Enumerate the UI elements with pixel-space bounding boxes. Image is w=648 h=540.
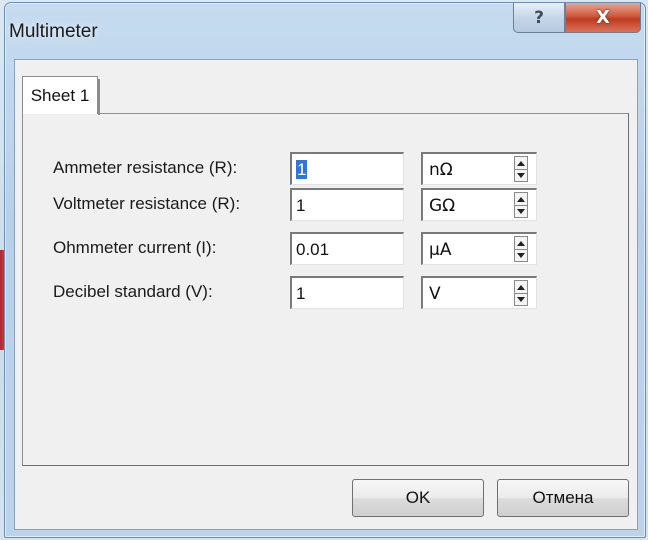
decibel-standard-label: Decibel standard (V): (53, 282, 213, 301)
ok-button[interactable]: OK (352, 479, 484, 517)
spin-up-button[interactable] (514, 236, 528, 249)
ammeter-resistance-input[interactable]: 1 (290, 152, 404, 185)
help-icon: ? (534, 7, 544, 28)
spin-down-icon (517, 297, 525, 302)
field-row-voltmeter-resistance: Voltmeter resistance (R): 1 GΩ (23, 188, 628, 222)
spin-down-icon (517, 209, 525, 214)
spin-down-button[interactable] (514, 205, 528, 218)
spin-down-button[interactable] (514, 293, 528, 306)
tab-panel-body: Ammeter resistance (R): 1 nΩ Voltmeter r… (23, 114, 628, 465)
spin-up-icon (517, 284, 525, 290)
tab-panel: Ammeter resistance (R): 1 nΩ Voltmeter r… (22, 113, 629, 466)
unit-value: GΩ (429, 196, 456, 216)
spin-up-button[interactable] (514, 156, 528, 169)
selected-text: 1 (296, 160, 308, 179)
voltmeter-resistance-spinner[interactable] (514, 192, 528, 218)
tab-label: Sheet 1 (30, 85, 90, 105)
unit-value: nΩ (429, 160, 453, 180)
ammeter-resistance-spinner[interactable] (514, 156, 528, 182)
unit-value: µA (429, 240, 452, 260)
cancel-button[interactable]: Отмена (497, 479, 629, 517)
tab-sheet-1[interactable]: Sheet 1 (22, 76, 100, 115)
multimeter-dialog: Multimeter ? X Sheet 1 Ammeter resistanc… (4, 2, 646, 538)
spin-up-icon (517, 240, 525, 246)
spin-up-icon (517, 196, 525, 202)
unit-value: V (429, 284, 441, 304)
ok-button-label: OK (405, 488, 431, 507)
cancel-button-label: Отмена (532, 488, 594, 507)
close-icon: X (596, 7, 610, 28)
help-button[interactable]: ? (513, 3, 565, 33)
field-row-ammeter-resistance: Ammeter resistance (R): 1 nΩ (23, 152, 628, 186)
spin-down-button[interactable] (514, 249, 528, 262)
ammeter-resistance-label: Ammeter resistance (R): (53, 158, 238, 177)
voltmeter-resistance-input[interactable]: 1 (290, 188, 404, 221)
dialog-client-area: Sheet 1 Ammeter resistance (R): 1 nΩ Vol… (14, 59, 638, 530)
ohmmeter-current-label: Ohmmeter current (I): (53, 238, 217, 257)
close-button[interactable]: X (565, 3, 641, 33)
spin-up-button[interactable] (514, 280, 528, 293)
ohmmeter-current-input[interactable]: 0.01 (290, 232, 404, 265)
voltmeter-resistance-label: Voltmeter resistance (R): (53, 194, 241, 213)
spin-up-icon (517, 160, 525, 166)
ohmmeter-current-spinner[interactable] (514, 236, 528, 262)
window-title: Multimeter (9, 21, 98, 42)
decibel-standard-spinner[interactable] (514, 280, 528, 306)
field-row-decibel-standard: Decibel standard (V): 1 V (23, 276, 628, 310)
value-text: 1 (296, 196, 306, 215)
title-bar[interactable]: Multimeter ? X (5, 3, 645, 59)
decibel-standard-input[interactable]: 1 (290, 276, 404, 309)
value-text: 1 (296, 284, 306, 303)
spin-down-icon (517, 253, 525, 258)
spin-down-icon (517, 173, 525, 178)
field-row-ohmmeter-current: Ohmmeter current (I): 0.01 µA (23, 232, 628, 266)
spin-down-button[interactable] (514, 169, 528, 182)
spin-up-button[interactable] (514, 192, 528, 205)
value-text: 0.01 (296, 240, 330, 259)
